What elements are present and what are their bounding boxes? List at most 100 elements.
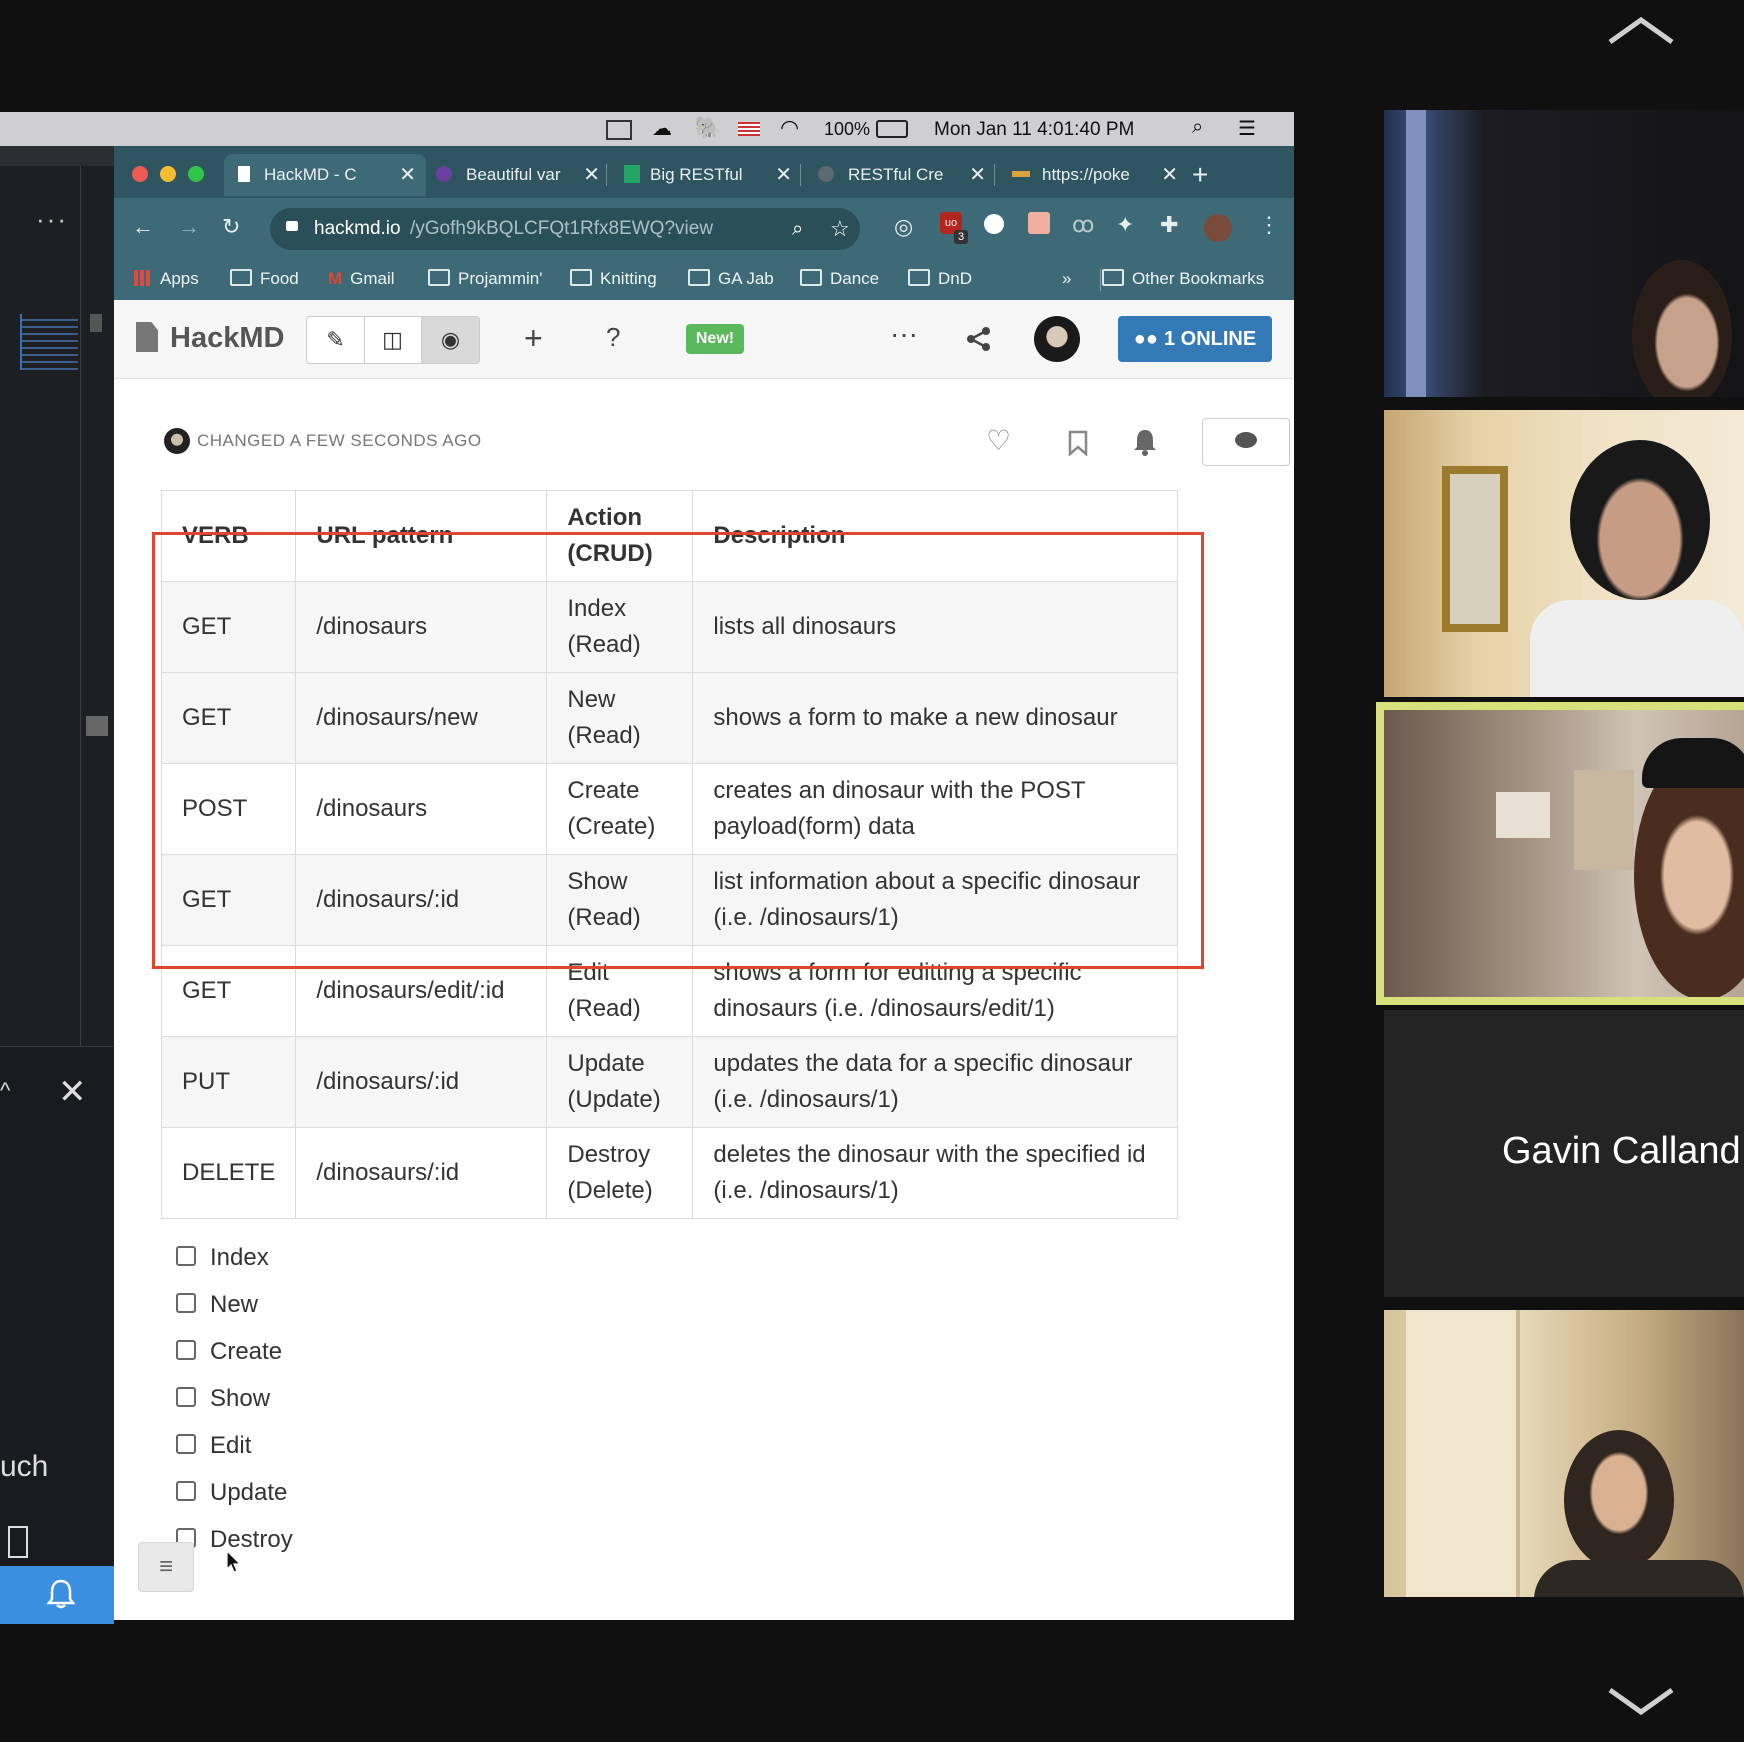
bookmark-dance[interactable]: Dance	[800, 269, 879, 289]
heart-icon[interactable]: ♡	[986, 424, 1011, 457]
view-mode-eye-icon[interactable]: ◉	[422, 317, 479, 363]
profile-avatar[interactable]	[1204, 214, 1232, 242]
flag-icon[interactable]	[738, 122, 760, 136]
annotation-highlight-box	[152, 532, 1204, 969]
reload-icon[interactable]: ↻	[222, 214, 240, 240]
bookmark-icon[interactable]	[1068, 430, 1088, 456]
tab-big-restful[interactable]: Big RESTful ✕	[616, 154, 802, 196]
extension-square-icon[interactable]	[1028, 212, 1050, 234]
tab-restful-create[interactable]: RESTful Cre ✕	[810, 154, 996, 196]
task-item-create[interactable]: Create	[176, 1338, 282, 1366]
bookmark-apps[interactable]: Apps	[134, 269, 199, 289]
bookmark-gmail[interactable]: M Gmail	[328, 269, 395, 289]
participant-shirt	[1534, 1560, 1744, 1597]
task-item-show[interactable]: Show	[176, 1385, 270, 1413]
more-options-icon[interactable]: ···	[890, 318, 918, 350]
chrome-menu-icon[interactable]: ⋮	[1258, 212, 1280, 238]
more-dots-icon[interactable]: ···	[36, 204, 68, 235]
comment-button[interactable]	[1202, 418, 1290, 466]
address-bar[interactable]: hackmd.io /yGofh9kBQLCFQt1Rfx8EWQ?view ⌕…	[270, 208, 860, 250]
scroll-up-chevron-icon[interactable]	[1606, 14, 1676, 48]
task-checkbox[interactable]	[176, 1481, 196, 1501]
wifi-icon[interactable]: ◠	[780, 115, 799, 141]
share-icon[interactable]	[966, 326, 992, 352]
door	[1406, 1310, 1520, 1597]
browser-tab-strip: HackMD - C ✕ Beautiful var ✕ Big RESTful ✕ …	[114, 146, 1294, 198]
bell-icon[interactable]	[46, 1578, 76, 1610]
other-bookmarks[interactable]: Other Bookmarks	[1102, 269, 1264, 289]
close-tab-icon[interactable]: ✕	[969, 154, 986, 196]
notification-bell-icon[interactable]	[1132, 428, 1158, 456]
chevron-up-icon[interactable]: ^	[0, 1078, 10, 1104]
participant-name-tile[interactable]: Gavin Calland	[1384, 1010, 1744, 1297]
help-icon[interactable]: ?	[606, 322, 620, 353]
zoom-icon[interactable]: ⌕	[792, 208, 803, 250]
author-avatar[interactable]	[164, 428, 190, 454]
task-checkbox[interactable]	[176, 1387, 196, 1407]
window-light	[1406, 110, 1426, 397]
extension-circle-icon[interactable]	[984, 214, 1004, 234]
split-mode-icon[interactable]: ◫	[364, 317, 422, 363]
back-icon[interactable]: ←	[132, 214, 154, 240]
table-of-contents-toggle[interactable]: ≡	[138, 1542, 194, 1592]
panel-resize-handle[interactable]	[86, 716, 108, 736]
new-tab-button[interactable]: +	[1192, 154, 1222, 196]
close-tab-icon[interactable]: ✕	[399, 154, 416, 196]
task-checkbox[interactable]	[176, 1246, 196, 1266]
task-item-index[interactable]: Index	[176, 1244, 269, 1272]
window-minimize-button[interactable]	[160, 166, 176, 182]
bookmark-dnd[interactable]: DnD	[908, 269, 972, 289]
task-item-new[interactable]: New	[176, 1291, 258, 1319]
display-icon[interactable]	[606, 120, 632, 140]
bookmarks-overflow-button[interactable]: »	[1062, 269, 1071, 289]
bookmark-ga-jab[interactable]: GA Jab	[688, 269, 774, 289]
menubar-clock[interactable]: Mon Jan 11 4:01:40 PM	[934, 119, 1134, 141]
active-speaker-video-tile[interactable]	[1384, 710, 1744, 997]
bookmarks-separator	[1100, 269, 1101, 291]
task-item-update[interactable]: Update	[176, 1479, 287, 1507]
new-badge[interactable]: New!	[686, 324, 744, 354]
extensions-puzzle-icon[interactable]: ✚	[1160, 212, 1178, 238]
extension-target-icon[interactable]: ◎	[894, 214, 913, 240]
background-panel	[0, 1046, 114, 1567]
bookmark-knitting[interactable]: Knitting	[570, 269, 657, 289]
elephant-icon[interactable]: 🐘	[694, 115, 721, 141]
tab-pokeapi[interactable]: https://poke ✕	[1004, 154, 1188, 196]
edit-mode-pencil-icon[interactable]: ✎	[307, 317, 365, 363]
online-users-button[interactable]: ●● 1 ONLINE	[1118, 316, 1272, 362]
hackmd-logo[interactable]: HackMD	[170, 322, 284, 355]
task-checkbox[interactable]	[176, 1340, 196, 1360]
tab-hackmd[interactable]: HackMD - C ✕	[224, 154, 426, 196]
window-close-button[interactable]	[132, 166, 148, 182]
cloud-sync-icon[interactable]: ☁	[652, 116, 672, 141]
tab-beautiful[interactable]: Beautiful var ✕	[426, 154, 610, 196]
scrollbar-thumb[interactable]	[90, 314, 102, 332]
task-item-edit[interactable]: Edit	[176, 1432, 251, 1460]
device-icon	[8, 1526, 28, 1558]
task-checkbox[interactable]	[176, 1434, 196, 1454]
participant-video-tile[interactable]	[1384, 110, 1744, 397]
scroll-down-chevron-icon[interactable]	[1606, 1684, 1676, 1718]
user-avatar[interactable]	[1034, 316, 1080, 362]
battery-icon[interactable]	[876, 120, 908, 138]
close-tab-icon[interactable]: ✕	[583, 154, 600, 196]
task-checkbox[interactable]	[176, 1293, 196, 1313]
extension-swirl-icon[interactable]: ꝏ	[1072, 212, 1094, 238]
color-picker-extension-icon[interactable]: ✦	[1116, 212, 1134, 238]
close-tab-icon[interactable]: ✕	[775, 154, 792, 196]
notification-center-icon[interactable]: ☰	[1238, 116, 1256, 141]
close-icon[interactable]: ✕	[58, 1072, 87, 1112]
participant-video-tile[interactable]	[1384, 1310, 1744, 1597]
add-icon[interactable]: +	[524, 320, 543, 357]
participant-video-tile[interactable]	[1384, 410, 1744, 697]
bookmark-food[interactable]: Food	[230, 269, 299, 289]
forward-icon[interactable]: →	[178, 214, 200, 240]
bookmark-projammin[interactable]: Projammin'	[428, 269, 543, 289]
bookmark-star-icon[interactable]: ☆	[830, 208, 850, 250]
background-editor-titlebar	[0, 146, 114, 166]
window-zoom-button[interactable]	[188, 166, 204, 182]
close-tab-icon[interactable]: ✕	[1161, 154, 1178, 196]
participant-hat	[1642, 738, 1744, 788]
folder-icon	[428, 269, 450, 286]
spotlight-search-icon[interactable]: ⌕	[1192, 116, 1203, 139]
